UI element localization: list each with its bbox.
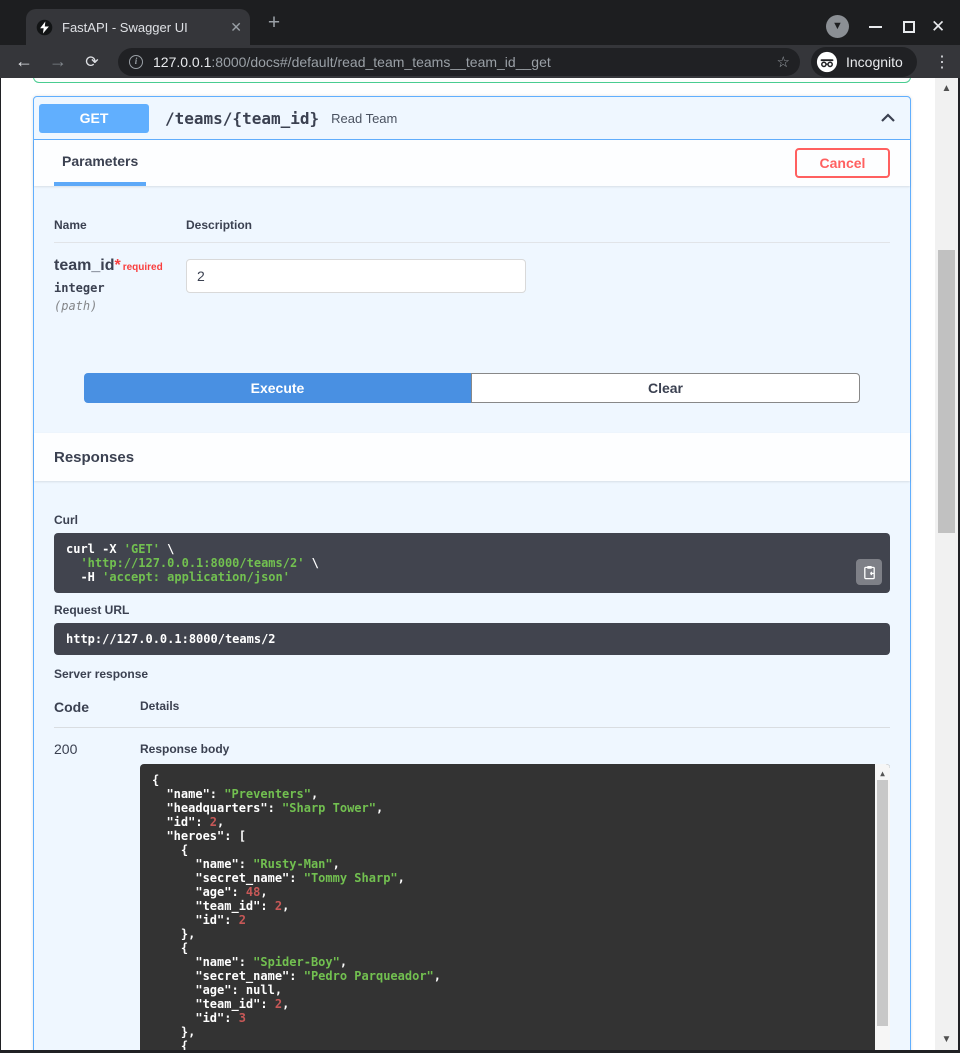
site-info-icon[interactable]: i (129, 55, 143, 69)
incognito-label: Incognito (846, 54, 903, 70)
browser-toolbar: ← → ⟳ i 127.0.0.1:8000/docs#/default/rea… (0, 45, 960, 78)
new-tab-button[interactable]: + (262, 12, 286, 36)
chevron-down-icon: ▼ (832, 21, 843, 32)
param-value-input[interactable] (186, 259, 526, 293)
response-body-scrollbar[interactable]: ▲ (875, 764, 890, 1050)
details-column: Details (140, 699, 179, 715)
parameters-header: Parameters Cancel (34, 140, 910, 186)
required-asterisk: * (114, 257, 120, 274)
responses-header: Responses (34, 433, 910, 481)
endpoint-path: /teams/{team_id} (165, 109, 319, 128)
server-response-row: 200 Response body { "name": "Preventers"… (54, 741, 890, 1050)
page-scrollbar-thumb[interactable] (938, 250, 955, 533)
request-url-value: http://127.0.0.1:8000/teams/2 (66, 632, 878, 646)
required-label: required (123, 262, 163, 273)
url-path: :8000/docs#/default/read_team_teams__tea… (211, 54, 550, 70)
previous-endpoint-block[interactable] (33, 78, 911, 83)
endpoint-block-get-team: GET /teams/{team_id} Read Team Parameter… (33, 96, 911, 1050)
param-type: integer (54, 281, 186, 295)
response-scrollbar-thumb[interactable] (877, 780, 888, 1026)
fastapi-favicon-icon (36, 19, 53, 36)
back-button[interactable]: ← (12, 51, 36, 72)
request-url-block: http://127.0.0.1:8000/teams/2 (54, 623, 890, 655)
bookmark-star-icon[interactable]: ☆ (777, 53, 790, 71)
url-text[interactable]: 127.0.0.1:8000/docs#/default/read_team_t… (153, 54, 551, 70)
endpoint-description: Read Team (331, 111, 397, 126)
browser-update-chip[interactable]: ▼ (826, 15, 849, 38)
curl-command-block: curl -X 'GET' \ 'http://127.0.0.1:8000/t… (54, 533, 890, 593)
responses-section: Curl curl -X 'GET' \ 'http://127.0.0.1:8… (34, 481, 910, 1050)
url-host: 127.0.0.1 (153, 54, 211, 70)
tab-close-icon[interactable]: ✕ (230, 20, 242, 34)
parameter-row: team_id*required integer (path) (54, 257, 890, 313)
param-location: (path) (54, 299, 186, 313)
status-code: 200 (54, 741, 140, 1050)
responses-title: Responses (54, 449, 134, 466)
column-description: Description (186, 218, 252, 232)
endpoint-summary-row[interactable]: GET /teams/{team_id} Read Team (34, 97, 910, 140)
response-body-json: { "name": "Preventers", "headquarters": … (152, 773, 868, 1050)
server-response-label: Server response (54, 667, 890, 681)
method-badge: GET (39, 104, 149, 133)
parameters-table-header: Name Description (54, 218, 890, 243)
collapse-chevron-icon[interactable] (878, 108, 898, 128)
minimize-button[interactable] (869, 26, 882, 28)
tab-title: FastAPI - Swagger UI (62, 20, 230, 35)
tab-parameters[interactable]: Parameters (54, 140, 146, 186)
browser-window: FastAPI - Swagger UI ✕ + ▼ ✕ ← → ⟳ i 127… (0, 0, 960, 1053)
swagger-page: GET /teams/{team_id} Read Team Parameter… (1, 78, 935, 1050)
forward-button[interactable]: → (46, 51, 70, 72)
parameters-table: Name Description team_id*required intege… (34, 186, 910, 403)
copy-to-clipboard-button[interactable] (856, 559, 882, 585)
code-column: Code (54, 699, 140, 715)
clipboard-icon (862, 565, 877, 580)
page-scrollbar[interactable]: ▲ ▼ (935, 78, 958, 1050)
reload-button[interactable]: ⟳ (80, 52, 104, 72)
execute-button[interactable]: Execute (84, 373, 471, 403)
response-body-label: Response body (140, 742, 890, 756)
curl-label: Curl (54, 513, 890, 527)
response-body-block: { "name": "Preventers", "headquarters": … (140, 764, 890, 1050)
browser-tab[interactable]: FastAPI - Swagger UI ✕ (26, 9, 250, 45)
incognito-badge: Incognito (811, 47, 917, 77)
clear-button[interactable]: Clear (471, 373, 860, 403)
server-response-table-header: Code Details (54, 699, 890, 728)
cancel-button[interactable]: Cancel (795, 148, 890, 178)
maximize-button[interactable] (903, 21, 915, 33)
scroll-up-icon[interactable]: ▲ (875, 767, 890, 781)
browser-menu-icon[interactable]: ⋮ (934, 52, 950, 72)
url-bar[interactable]: i 127.0.0.1:8000/docs#/default/read_team… (118, 48, 800, 76)
incognito-icon (816, 51, 838, 73)
curl-command: curl -X 'GET' \ 'http://127.0.0.1:8000/t… (66, 542, 878, 584)
execute-row: Execute Clear (84, 373, 860, 403)
param-name: team_id*required (54, 257, 186, 275)
request-url-label: Request URL (54, 603, 890, 617)
column-name: Name (54, 218, 186, 232)
window-close-button[interactable]: ✕ (931, 17, 945, 37)
page-scroll-down-icon[interactable]: ▼ (935, 1034, 958, 1045)
tab-strip: FastAPI - Swagger UI ✕ + ▼ ✕ (0, 0, 960, 45)
page-scroll-up-icon[interactable]: ▲ (935, 83, 958, 94)
